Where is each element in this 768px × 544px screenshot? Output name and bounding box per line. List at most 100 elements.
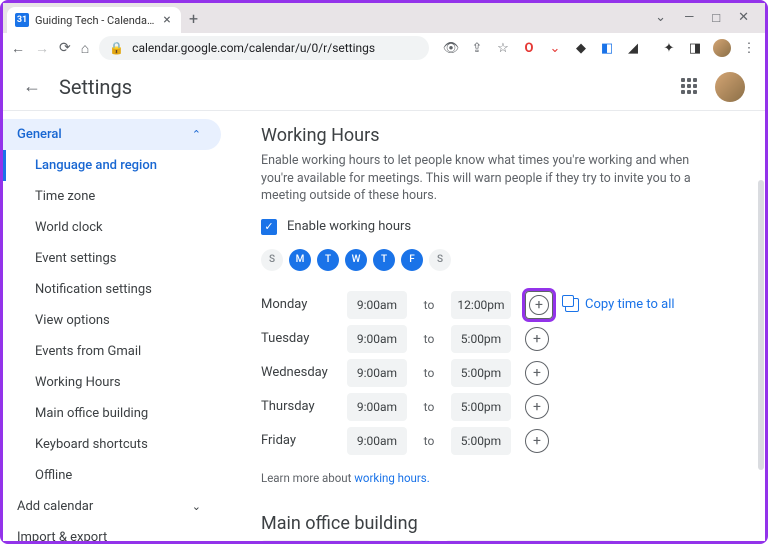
end-time-input[interactable]: 12:00pm — [451, 291, 511, 319]
tab-favicon: 31 — [15, 13, 29, 27]
end-time-input[interactable]: 5:00pm — [451, 359, 511, 387]
sidebar-item-language-region[interactable]: Language and region — [3, 150, 233, 181]
maximize-icon[interactable]: □ — [712, 10, 720, 26]
day-chip-tuesday[interactable]: T — [317, 249, 339, 271]
day-chip-saturday[interactable]: S — [429, 249, 451, 271]
sidebar-item-offline[interactable]: Offline — [3, 460, 233, 491]
eye-icon[interactable]: 👁 — [443, 40, 459, 56]
sidebar-item-time-zone[interactable]: Time zone — [3, 181, 233, 212]
tab-title: Guiding Tech - Calendar - Gener — [35, 14, 155, 27]
home-icon[interactable]: ⌂ — [81, 40, 89, 57]
chevron-down-icon: ⌄ — [192, 500, 201, 513]
pocket-icon[interactable]: ⌄ — [547, 40, 563, 56]
sidebar-item-keyboard-shortcuts[interactable]: Keyboard shortcuts — [3, 429, 233, 460]
to-label: to — [407, 434, 451, 448]
day-label: Thursday — [261, 399, 347, 414]
extensions-icon[interactable]: ✦ — [661, 40, 677, 56]
start-time-input[interactable]: 9:00am — [347, 393, 407, 421]
add-time-button[interactable]: + — [525, 395, 549, 419]
end-time-input[interactable]: 5:00pm — [451, 427, 511, 455]
extension-icon-1[interactable]: ◆ — [573, 40, 589, 56]
close-tab-icon[interactable]: × — [161, 14, 173, 26]
day-label: Friday — [261, 433, 347, 448]
hours-table: Monday 9:00am to 12:00pm + Copy time to … — [261, 289, 737, 457]
close-window-icon[interactable]: ✕ — [738, 10, 749, 26]
forward-icon[interactable]: → — [35, 40, 49, 57]
working-hours-help-link[interactable]: working hours. — [354, 471, 429, 485]
working-hours-title: Working Hours — [261, 125, 737, 146]
settings-back-button[interactable]: ← — [23, 76, 41, 97]
day-chip-friday[interactable]: F — [401, 249, 423, 271]
days-selector: S M T W T F S — [261, 249, 737, 271]
add-time-button[interactable]: + — [525, 327, 549, 351]
day-chip-sunday[interactable]: S — [261, 249, 283, 271]
sidebar-item-main-office[interactable]: Main office building — [3, 398, 233, 429]
sidebar-item-working-hours[interactable]: Working Hours — [3, 367, 233, 398]
new-tab-button[interactable]: + — [189, 9, 198, 28]
google-apps-icon[interactable] — [681, 78, 699, 96]
chevron-up-icon: ⌃ — [192, 128, 201, 141]
lock-icon: 🔒 — [109, 41, 124, 55]
hours-row: Wednesday 9:00am to 5:00pm + — [261, 357, 737, 389]
day-label: Wednesday — [261, 365, 347, 380]
end-time-input[interactable]: 5:00pm — [451, 325, 511, 353]
floor-dropdown[interactable]: Floor ▾ — [445, 540, 615, 542]
hours-row: Thursday 9:00am to 5:00pm + — [261, 391, 737, 423]
sidebar-item-event-settings[interactable]: Event settings — [3, 243, 233, 274]
day-chip-monday[interactable]: M — [289, 249, 311, 271]
sidebar-section-label: General — [17, 127, 62, 142]
profile-avatar-small[interactable] — [713, 39, 731, 57]
day-label: Monday — [261, 297, 347, 312]
office-dropdown[interactable]: Office ▾ — [261, 540, 431, 542]
sidebar-section-label: Add calendar — [17, 499, 93, 514]
end-time-input[interactable]: 5:00pm — [451, 393, 511, 421]
working-hours-description: Enable working hours to let people know … — [261, 152, 721, 205]
browser-tab[interactable]: 31 Guiding Tech - Calendar - Gener × — [7, 7, 181, 33]
scrollbar[interactable] — [758, 180, 764, 470]
sidebar-item-notification-settings[interactable]: Notification settings — [3, 274, 233, 305]
back-icon[interactable]: ← — [11, 40, 25, 57]
to-label: to — [407, 366, 451, 380]
page-title: Settings — [59, 75, 132, 99]
day-chip-thursday[interactable]: T — [373, 249, 395, 271]
hours-row: Friday 9:00am to 5:00pm + — [261, 425, 737, 457]
copy-time-to-all-link[interactable]: Copy time to all — [565, 297, 675, 312]
telegram-icon[interactable]: ◢ — [625, 40, 641, 56]
to-label: to — [407, 298, 451, 312]
hours-row: Monday 9:00am to 12:00pm + Copy time to … — [261, 289, 737, 321]
sidebar-section-add-calendar[interactable]: Add calendar ⌄ — [3, 491, 221, 522]
sidebar-section-label: Import & export — [17, 530, 107, 541]
office-section-title: Main office building — [261, 513, 737, 534]
account-avatar[interactable] — [715, 72, 745, 102]
url-bar[interactable]: 🔒 calendar.google.com/calendar/u/0/r/set… — [99, 36, 429, 60]
sidebar-item-view-options[interactable]: View options — [3, 305, 233, 336]
start-time-input[interactable]: 9:00am — [347, 325, 407, 353]
main-content: Working Hours Enable working hours to le… — [233, 111, 765, 541]
start-time-input[interactable]: 9:00am — [347, 359, 407, 387]
reload-icon[interactable]: ⟳ — [59, 40, 71, 56]
minimize-icon[interactable]: — — [684, 10, 694, 26]
menu-icon[interactable]: ⋮ — [741, 40, 757, 56]
hours-row: Tuesday 9:00am to 5:00pm + — [261, 323, 737, 355]
extension-icon-2[interactable]: ◧ — [599, 40, 615, 56]
share-icon[interactable]: ⇪ — [469, 40, 485, 56]
chevron-down-icon[interactable]: ⌄ — [655, 10, 666, 26]
day-label: Tuesday — [261, 331, 347, 346]
add-time-button[interactable]: + — [525, 291, 553, 319]
learn-more-text: Learn more about working hours. — [261, 471, 737, 485]
start-time-input[interactable]: 9:00am — [347, 291, 407, 319]
sidebar-section-import-export[interactable]: Import & export — [3, 522, 221, 541]
start-time-input[interactable]: 9:00am — [347, 427, 407, 455]
day-chip-wednesday[interactable]: W — [345, 249, 367, 271]
settings-sidebar: General ⌃ Language and region Time zone … — [3, 111, 233, 541]
sidebar-item-world-clock[interactable]: World clock — [3, 212, 233, 243]
add-time-button[interactable]: + — [525, 361, 549, 385]
sidepanel-icon[interactable]: ◨ — [687, 40, 703, 56]
enable-working-hours-checkbox[interactable]: ✓ — [261, 219, 277, 235]
url-text: calendar.google.com/calendar/u/0/r/setti… — [132, 41, 375, 55]
sidebar-section-general[interactable]: General ⌃ — [3, 119, 221, 150]
star-icon[interactable]: ☆ — [495, 40, 511, 56]
sidebar-item-events-gmail[interactable]: Events from Gmail — [3, 336, 233, 367]
opera-icon[interactable]: O — [521, 40, 537, 56]
add-time-button[interactable]: + — [525, 429, 549, 453]
